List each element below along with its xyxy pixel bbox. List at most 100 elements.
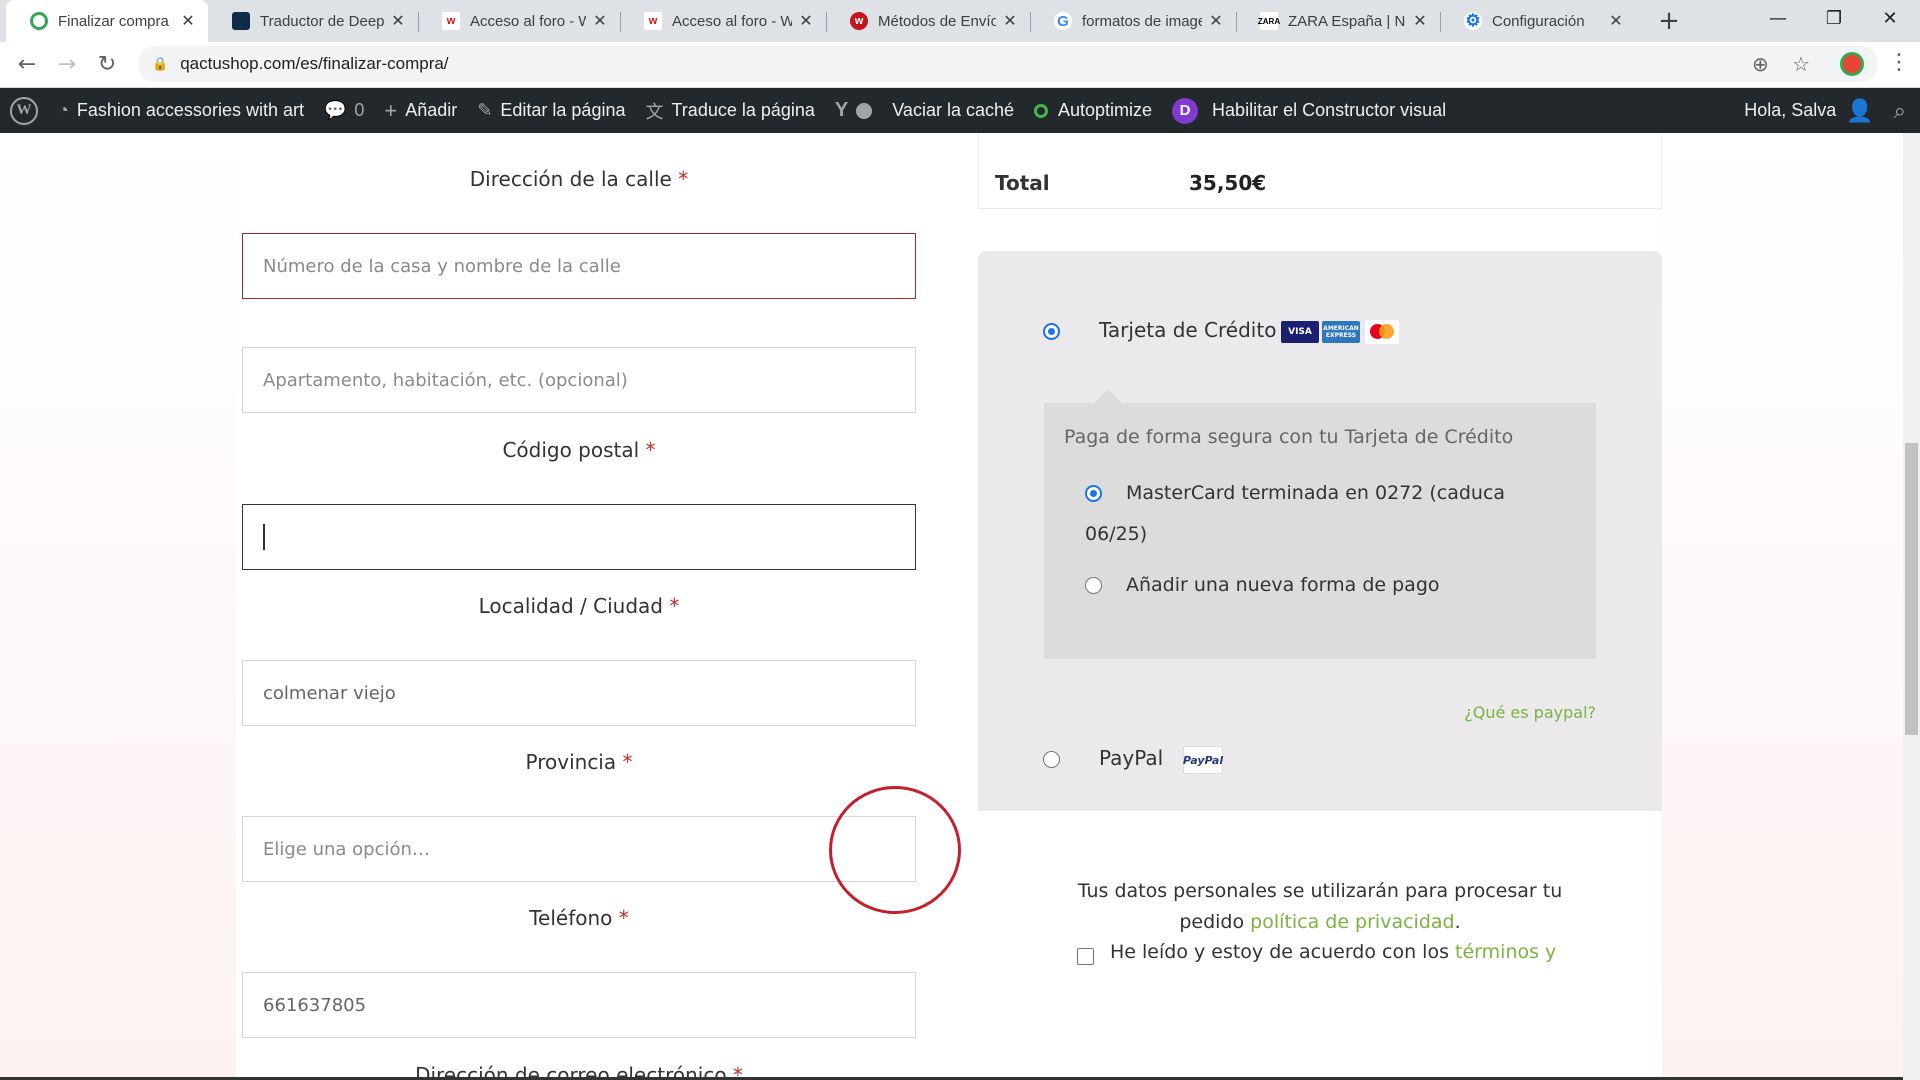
tab-title: Traductor de Deep (260, 12, 384, 30)
credit-card-description: Paga de forma segura con tu Tarjeta de C… (1064, 426, 1514, 448)
tab-configuracion[interactable]: ⚙ Configuración ✕ (1440, 0, 1636, 42)
wp-logo-menu[interactable]: W (0, 88, 48, 133)
street-address-label: Dirección de la calle * (242, 167, 916, 191)
wordfence-icon: w (442, 12, 460, 30)
translate-page-menu[interactable]: 文 Traduce la página (635, 88, 824, 133)
address-bar[interactable]: 🔒 qactushop.com/es/finalizar-compra/ (138, 46, 1878, 82)
autoptimize-menu[interactable]: Autoptimize (1024, 88, 1162, 133)
lock-icon: 🔒 (152, 56, 169, 71)
phone-label: Teléfono * (242, 906, 916, 930)
yoast-icon: Y (834, 99, 849, 121)
terms-checkbox[interactable] (1077, 948, 1094, 965)
label-text: Provincia (525, 750, 617, 774)
close-icon[interactable]: ✕ (390, 11, 406, 31)
yoast-menu[interactable]: Y (825, 88, 882, 133)
total-value: 35,50€ (1189, 171, 1267, 195)
terms-link[interactable]: términos y (1455, 941, 1556, 963)
tab-deepl[interactable]: Traductor de Deep ✕ (208, 0, 418, 42)
restore-window-button[interactable]: ❐ (1804, 0, 1864, 36)
close-icon[interactable]: ✕ (1208, 11, 1224, 31)
credit-card-radio[interactable] (1043, 323, 1060, 340)
my-account-menu[interactable]: Hola, Salva 👤 (1734, 88, 1883, 133)
mastercard-orange-circle (1379, 324, 1394, 339)
tab-title: Métodos de Envío (878, 12, 996, 30)
comments-count: 0 (354, 100, 365, 120)
translate-icon: 文 (645, 101, 664, 122)
divi-visual-builder-menu[interactable]: D Habilitar el Constructor visual (1162, 88, 1456, 133)
tab-formatos-imagen[interactable]: G formatos de image ✕ (1030, 0, 1236, 42)
dashboard-icon: ◔ (58, 100, 69, 120)
credit-card-label[interactable]: Tarjeta de Crédito (1099, 318, 1276, 342)
tab-metodos-envio[interactable]: w Métodos de Envío ✕ (826, 0, 1030, 42)
comments-menu[interactable]: 💬 0 (314, 88, 374, 133)
close-icon[interactable]: ✕ (1002, 11, 1018, 31)
close-icon[interactable]: ✕ (180, 11, 196, 31)
browser-menu-icon[interactable]: ⋮ (1888, 50, 1910, 75)
what-is-paypal-link[interactable]: ¿Qué es paypal? (1430, 703, 1596, 722)
pencil-icon: ✎ (477, 100, 493, 120)
minimize-window-button[interactable]: — (1748, 0, 1808, 36)
description-pointer (1094, 389, 1122, 403)
street-address-input[interactable]: Número de la casa y nombre de la calle (242, 233, 916, 299)
saved-card-radio[interactable] (1085, 485, 1102, 502)
privacy-policy-link[interactable]: política de privacidad (1250, 911, 1454, 933)
required-mark: * (622, 750, 633, 774)
city-input[interactable]: colmenar viejo (242, 660, 916, 726)
url-text: qactushop.com/es/finalizar-compra/ (180, 54, 449, 73)
close-icon[interactable]: ✕ (798, 11, 814, 31)
add-new-menu[interactable]: + Añadir (374, 88, 467, 133)
close-icon[interactable]: ✕ (592, 11, 608, 31)
zoom-icon[interactable]: ⊕ (1752, 52, 1769, 76)
required-mark: * (669, 594, 680, 618)
new-tab-button[interactable]: + (1654, 6, 1684, 36)
back-arrow-icon[interactable]: ← (12, 50, 42, 80)
forward-arrow-icon[interactable]: → (52, 50, 82, 80)
page-scrollbar[interactable] (1903, 133, 1920, 1080)
tab-title: ZARA España | Nu (1288, 12, 1406, 30)
edit-page-label: Editar la página (500, 100, 626, 120)
divi-logo-icon: D (1172, 97, 1199, 124)
extension-icon[interactable] (1840, 52, 1864, 76)
wordfence-icon: w (644, 12, 662, 30)
tab-acceso-foro-2[interactable]: w Acceso al foro - W ✕ (620, 0, 826, 42)
paypal-radio[interactable] (1043, 751, 1060, 768)
terms-label[interactable]: He leído y estoy de acuerdo con los térm… (1110, 941, 1556, 963)
paypal-label[interactable]: PayPal (1099, 746, 1163, 770)
clear-cache-menu[interactable]: Vaciar la caché (882, 88, 1024, 133)
scrollbar-thumb[interactable] (1905, 443, 1918, 735)
greeting-label: Hola, Salva (1744, 100, 1837, 120)
site-name-label: Fashion accessories with art (76, 100, 304, 120)
zara-icon: ZARA (1258, 12, 1280, 30)
required-mark: * (618, 906, 629, 930)
tab-title: Configuración (1492, 12, 1585, 30)
postcode-input[interactable] (242, 504, 916, 570)
site-name-menu[interactable]: ◔ Fashion accessories with art (48, 88, 314, 133)
close-window-button[interactable]: ✕ (1860, 0, 1920, 36)
apartment-input[interactable]: Apartamento, habitación, etc. (opcional) (242, 347, 916, 413)
input-value: 661637805 (263, 994, 367, 1016)
user-avatar-icon: 👤 (1846, 97, 1874, 123)
label-text: Localidad / Ciudad (478, 594, 663, 618)
bookmark-star-icon[interactable]: ☆ (1792, 52, 1810, 76)
label-text: Dirección de la calle (469, 167, 672, 191)
tab-finalizar-compra[interactable]: Finalizar compra - ✕ (6, 0, 208, 42)
tab-acceso-foro-1[interactable]: w Acceso al foro - W ✕ (418, 0, 620, 42)
tab-zara[interactable]: ZARA ZARA España | Nu ✕ (1236, 0, 1440, 42)
paypal-logo-icon: PayPal (1183, 746, 1223, 774)
saved-card-label[interactable]: MasterCard terminada en 0272 (caduca (1126, 473, 1505, 514)
placeholder-text: Apartamento, habitación, etc. (opcional) (263, 369, 628, 391)
browser-toolbar: ← → ↻ 🔒 qactushop.com/es/finalizar-compr… (0, 42, 1920, 88)
new-payment-method-radio[interactable] (1085, 577, 1102, 594)
close-icon[interactable]: ✕ (1608, 11, 1624, 31)
province-select[interactable]: Elige una opción… (242, 816, 916, 882)
comment-bubble-icon: 💬 (323, 100, 347, 120)
search-icon: ⌕ (1893, 97, 1906, 123)
close-icon[interactable]: ✕ (1412, 11, 1428, 31)
phone-input[interactable]: 661637805 (242, 972, 916, 1038)
new-payment-method-label[interactable]: Añadir una nueva forma de pago (1126, 565, 1440, 606)
reload-icon[interactable]: ↻ (92, 50, 122, 80)
placeholder-text: Número de la casa y nombre de la calle (263, 255, 621, 277)
admin-search[interactable]: ⌕ (1884, 88, 1920, 133)
edit-page-menu[interactable]: ✎ Editar la página (467, 88, 635, 133)
privacy-period: . (1454, 911, 1461, 933)
